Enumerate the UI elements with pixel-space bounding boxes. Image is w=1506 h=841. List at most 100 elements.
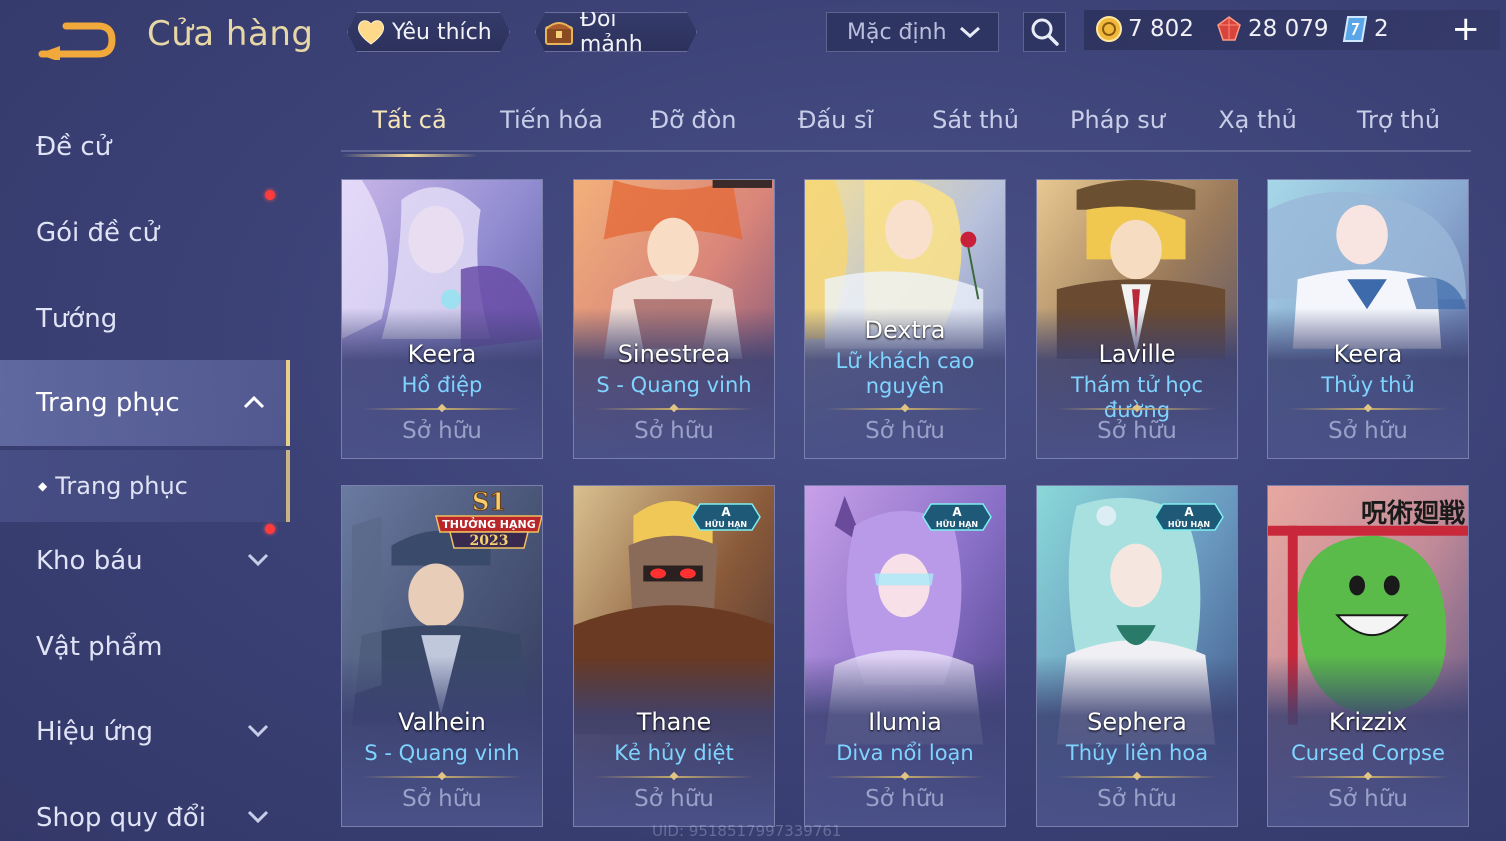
chevron-down-icon [247, 553, 269, 567]
svg-text:呪術廻戦: 呪術廻戦 [1361, 499, 1465, 529]
skin-name: Hồ điệp [401, 373, 483, 397]
skin-card-thane-destroyer[interactable]: A HỮU HẠN Thane Kẻ hủy diệt Sở hữu [573, 485, 775, 827]
tab-fighter[interactable]: Đấu sĩ [767, 106, 904, 146]
sidebar-item-label: Đề cử [36, 132, 112, 162]
voucher-amount: 2 [1374, 16, 1389, 42]
tab-label: Đấu sĩ [797, 106, 874, 134]
sidebar-item-label: Gói đề cử [36, 218, 160, 248]
sidebar-item-recommended-packs[interactable]: Gói đề cử [0, 190, 290, 276]
tab-tank[interactable]: Đỡ đòn [625, 106, 762, 146]
jujutsu-kaisen-logo: 呪術廻戦 [1361, 499, 1465, 529]
tab-label: Trợ thủ [1356, 106, 1441, 134]
search-icon [1031, 18, 1059, 46]
owned-status: Sở hữu [402, 786, 482, 812]
sidebar-item-items[interactable]: Vật phẩm [0, 604, 290, 690]
owned-status: Sở hữu [634, 786, 714, 812]
tab-active-indicator [341, 154, 478, 157]
owned-status: Sở hữu [402, 418, 482, 444]
divider [1057, 776, 1217, 778]
heart-icon [354, 17, 388, 47]
currency-bar: 7 802 28 079 2 + [1084, 10, 1500, 50]
tab-all[interactable]: Tất cả [341, 106, 478, 157]
tab-evolution[interactable]: Tiến hóa [483, 106, 620, 146]
hero-name: Laville [1098, 340, 1176, 368]
tab-label: Tất cả [372, 106, 447, 134]
tab-support[interactable]: Trợ thủ [1330, 106, 1467, 146]
hero-name: Sephera [1087, 708, 1187, 736]
skin-name: Kẻ hủy diệt [614, 741, 734, 765]
tab-label: Xạ thủ [1218, 106, 1297, 134]
skin-name: S - Quang vinh [364, 741, 520, 765]
treasure-chest-icon [542, 17, 576, 47]
gold-coin-icon [1094, 14, 1124, 44]
svg-text:A: A [1184, 505, 1194, 519]
owned-status: Sở hữu [1328, 786, 1408, 812]
sidebar-item-label: Tướng [36, 304, 118, 334]
skin-card-dextra-highland[interactable]: Dextra Lữ khách cao nguyên Sở hữu [804, 179, 1006, 459]
role-tabs: Tất cả Tiến hóa Đỡ đòn Đấu sĩ Sát thủ Ph… [341, 100, 1471, 157]
skin-card-valhein-glory[interactable]: S1 THƯỞNG HẠNG 2023 Valhein S - Quang vi… [341, 485, 543, 827]
hero-name: Valhein [398, 708, 486, 736]
search-button[interactable] [1023, 12, 1066, 52]
sidebar-item-label: Hiệu ứng [36, 717, 153, 747]
skin-card-laville-detective[interactable]: Laville Thám tử học đường Sở hữu [1036, 179, 1238, 459]
divider [594, 776, 754, 778]
tab-label: Đỡ đòn [650, 106, 737, 134]
chevron-down-icon [247, 810, 269, 824]
svg-text:S1: S1 [472, 487, 506, 516]
page-title: Cửa hàng [147, 14, 314, 54]
limited-badge: A HỮU HẠN [921, 500, 993, 534]
sidebar-item-label: Trang phục [55, 472, 188, 500]
sidebar-item-heroes[interactable]: Tướng [0, 276, 290, 362]
owned-status: Sở hữu [634, 418, 714, 444]
hero-name: Krizzix [1328, 708, 1408, 736]
skin-card-keera-butterfly[interactable]: Keera Hồ điệp Sở hữu [341, 179, 543, 459]
tab-label: Tiến hóa [500, 106, 603, 134]
skin-card-keera-sailor[interactable]: Keera Thủy thủ Sở hữu [1267, 179, 1469, 459]
back-button[interactable] [36, 18, 116, 62]
sidebar-item-label: Trang phục [36, 388, 180, 418]
chevron-down-icon [960, 26, 980, 39]
sidebar-item-treasure[interactable]: Kho báu [0, 518, 290, 604]
skin-card-krizzix-cursed-corpse[interactable]: 呪術廻戦 Krizzix Cursed Corpse Sở hữu [1267, 485, 1469, 827]
hero-name: Dextra [864, 316, 946, 344]
user-id-watermark: UID: 9518517997339761 [652, 822, 842, 840]
divider [594, 408, 754, 410]
sort-dropdown[interactable]: Mặc định [826, 12, 999, 52]
divider [825, 776, 985, 778]
sidebar-subitem-skins[interactable]: ◆ Trang phục [0, 450, 290, 522]
sidebar-item-effects[interactable]: Hiệu ứng [0, 689, 290, 775]
gold-amount: 7 802 [1128, 16, 1194, 42]
skin-name: Thủy thủ [1321, 373, 1415, 397]
divider [1057, 408, 1217, 410]
skin-card-ilumia-diva[interactable]: A HỮU HẠN Ilumia Diva nổi loạn Sở hữu [804, 485, 1006, 827]
exchange-label: Đổi mảnh [579, 7, 643, 57]
skin-grid: Keera Hồ điệp Sở hữu Sinestrea S - Quang… [341, 179, 1471, 841]
tab-marksman[interactable]: Xạ thủ [1189, 106, 1326, 146]
sidebar-item-skins[interactable]: Trang phục [0, 360, 290, 446]
sidebar-item-label: Vật phẩm [36, 632, 163, 662]
skin-name: Lữ khách cao [835, 349, 975, 373]
notification-dot [265, 524, 275, 534]
owned-status: Sở hữu [1097, 418, 1177, 444]
tab-assassin[interactable]: Sát thủ [907, 106, 1044, 146]
skin-card-sephera-lotus[interactable]: A HỮU HẠN Sephera Thủy liên hoa Sở hữu [1036, 485, 1238, 827]
skin-card-sinestrea-glory[interactable]: Sinestrea S - Quang vinh Sở hữu [573, 179, 775, 459]
favorites-label: Yêu thích [392, 19, 492, 45]
owned-status: Sở hữu [1328, 418, 1408, 444]
sidebar-item-recommended[interactable]: Đề cử [0, 104, 290, 190]
favorites-button[interactable]: Yêu thích [347, 12, 510, 52]
plus-icon: + [1451, 9, 1481, 49]
exchange-fragments-button[interactable]: Đổi mảnh [535, 12, 697, 52]
tab-mage[interactable]: Pháp sư [1049, 106, 1186, 146]
tab-label: Pháp sư [1070, 106, 1165, 134]
divider [362, 776, 522, 778]
hero-name: Ilumia [868, 708, 942, 736]
sidebar-item-exchange-shop[interactable]: Shop quy đổi [0, 775, 290, 841]
divider [1288, 776, 1448, 778]
add-currency-button[interactable]: + [1452, 12, 1481, 46]
divider [1288, 408, 1448, 410]
sort-value: Mặc định [847, 19, 947, 45]
svg-text:THƯỞNG HẠNG: THƯỞNG HẠNG [442, 517, 536, 531]
voucher-balance: 2 [1340, 14, 1389, 44]
